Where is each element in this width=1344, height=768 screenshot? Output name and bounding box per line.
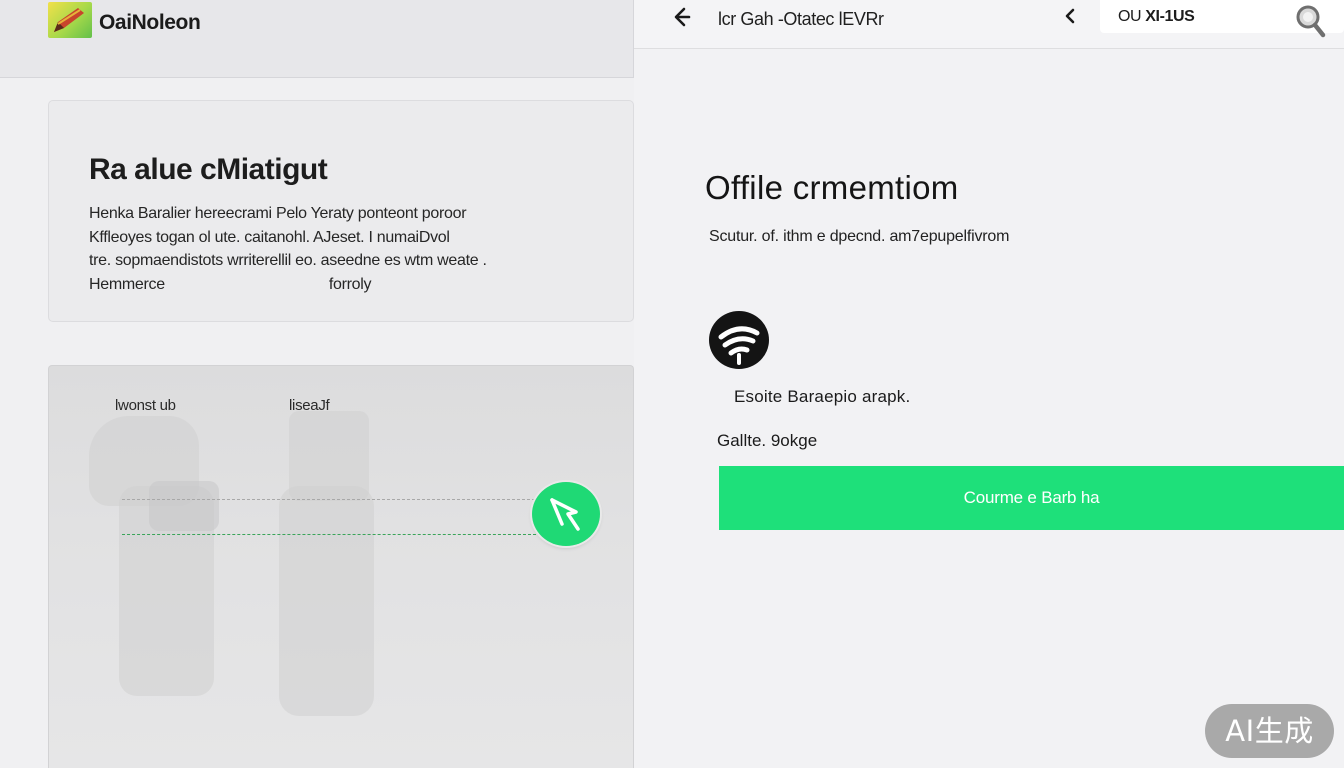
info-card-line-end: forroly <box>328 275 372 293</box>
info-card-line: Kffleoyes togan ol ute. caitanohl. AJese… <box>89 228 450 246</box>
app-name: OaiNoleon <box>99 11 201 34</box>
watermark-badge: AI生成 <box>1205 704 1334 758</box>
primary-action-button[interactable]: Courme e Barb ha <box>719 466 1344 530</box>
search-input-text[interactable]: OU XI-1US <box>1118 8 1195 26</box>
wifi-icon <box>709 311 769 369</box>
breadcrumb: lcr Gah -Otatec lEVRr <box>718 9 884 29</box>
preview-label-left: lwonst ub <box>115 397 176 414</box>
search-value: XI-1US <box>1145 8 1195 25</box>
info-card-line: tre. sopmaendistots wrriterellil eo. ase… <box>89 252 487 269</box>
field-label: Gallte. 9okge <box>717 431 818 450</box>
left-pane: OaiNoleon Ra alue cMiatigut Henka Barali… <box>0 0 634 768</box>
app-header: OaiNoleon <box>0 0 634 78</box>
cursor-arrow-icon[interactable] <box>532 482 600 546</box>
preview-panel[interactable]: lwonst ub liseaJf <box>48 365 634 768</box>
pencil-logo-icon[interactable] <box>48 2 92 38</box>
chevron-left-icon[interactable] <box>1063 6 1077 26</box>
guide-line-accent <box>122 534 536 535</box>
info-card-line: Henka Baralier hereecrami Pelo Yeraty po… <box>89 205 467 222</box>
preview-label-right: liseaJf <box>289 397 330 414</box>
search-input[interactable]: OU XI-1US <box>1100 0 1344 38</box>
page-title: Offile crmemtiom <box>705 169 959 206</box>
preview-figure <box>149 481 219 531</box>
page-subtitle: Scutur. of. ithm e dpecnd. am7epupelfivr… <box>709 228 1010 245</box>
preview-figure <box>279 486 374 716</box>
back-arrow-icon[interactable] <box>671 5 693 29</box>
top-bar: lcr Gah -Otatec lEVRr OU XI-1US <box>634 0 1344 49</box>
search-prefix: OU <box>1118 8 1142 25</box>
info-card-line-last: Hemmerce forroly <box>89 273 589 297</box>
info-card-title: Ra alue cMiatigut <box>89 153 328 186</box>
info-card: Ra alue cMiatigut Henka Baralier hereecr… <box>48 100 634 322</box>
info-card-body: Henka Baralier hereecrami Pelo Yeraty po… <box>89 202 589 296</box>
status-text: Esoite Baraepio arapk. <box>734 387 911 406</box>
search-icon[interactable] <box>1294 2 1326 40</box>
info-card-line-start: Hemmerce <box>89 275 165 293</box>
right-pane: lcr Gah -Otatec lEVRr OU XI-1US Offile c… <box>634 0 1344 768</box>
guide-line <box>122 499 535 500</box>
